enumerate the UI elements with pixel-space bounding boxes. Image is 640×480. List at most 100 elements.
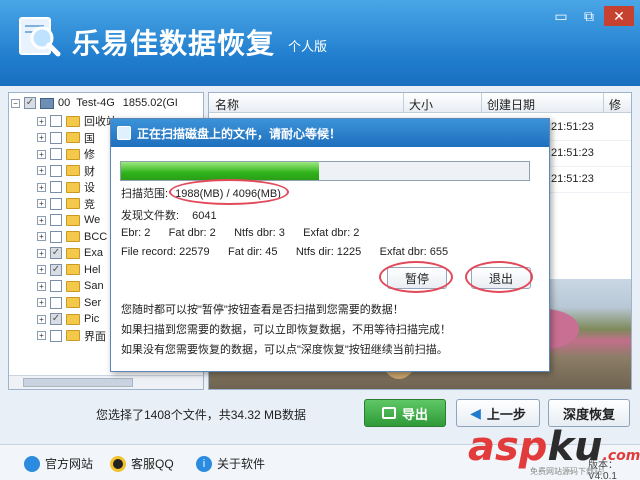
tree-item-checkbox[interactable] bbox=[50, 131, 62, 144]
column-modified[interactable]: 修 bbox=[609, 96, 621, 113]
magnifier-logo-icon bbox=[19, 17, 61, 57]
scan-progress-bar bbox=[120, 161, 530, 181]
expand-icon[interactable]: + bbox=[37, 314, 46, 324]
tree-root-size: 1855.02(GI bbox=[122, 97, 178, 109]
tree-item-checkbox[interactable]: ✓ bbox=[50, 263, 62, 276]
scan-icon bbox=[117, 126, 131, 140]
expand-icon[interactable]: + bbox=[37, 199, 46, 208]
tree-item[interactable]: + Ser bbox=[37, 295, 101, 311]
tree-item-checkbox[interactable] bbox=[50, 280, 62, 292]
expand-icon[interactable]: + bbox=[37, 248, 46, 258]
official-site-link[interactable]: 官方网站 bbox=[24, 455, 93, 472]
expand-icon[interactable]: + bbox=[37, 232, 46, 241]
prev-step-label: 上一步 bbox=[486, 406, 526, 422]
drive-icon bbox=[40, 97, 54, 109]
arrow-left-icon: ◀ bbox=[470, 404, 481, 421]
row-time: 21:51:23 bbox=[551, 173, 594, 185]
expand-icon[interactable]: + bbox=[37, 265, 46, 274]
tree-item-label: 国 bbox=[84, 132, 95, 145]
tree-item[interactable]: + 竞 bbox=[37, 196, 95, 212]
tree-item[interactable]: + 设 bbox=[37, 179, 95, 195]
watermark-logo: aspku.com bbox=[468, 424, 640, 470]
tree-item-checkbox[interactable] bbox=[50, 164, 62, 177]
tree-item-label: Ser bbox=[84, 296, 102, 309]
folder-icon bbox=[66, 330, 80, 341]
tree-scroll-thumb[interactable] bbox=[23, 378, 133, 387]
tree-item-label: 设 bbox=[84, 182, 95, 194]
deep-recovery-button[interactable]: 深度恢复 bbox=[548, 399, 630, 427]
tree-item[interactable]: + 界面 bbox=[37, 328, 106, 344]
tree-item[interactable]: + ✓ Pic bbox=[37, 311, 99, 327]
folder-icon bbox=[66, 148, 80, 160]
export-button[interactable]: 导出 bbox=[364, 399, 446, 427]
row-time: 21:51:23 bbox=[551, 147, 594, 159]
tree-item[interactable]: + 修 bbox=[37, 146, 95, 162]
tree-item-label: We bbox=[84, 214, 101, 226]
tree-item[interactable]: + 国 bbox=[37, 130, 95, 146]
folder-icon bbox=[66, 198, 80, 209]
folder-icon bbox=[66, 313, 80, 325]
tree-item-checkbox[interactable]: ✓ bbox=[50, 313, 62, 325]
expand-icon[interactable]: + bbox=[37, 215, 46, 225]
tree-item-checkbox[interactable]: ✓ bbox=[50, 247, 62, 259]
info-icon: i bbox=[196, 455, 212, 472]
scan-range-label: 扫描范围: bbox=[121, 188, 169, 200]
dialog-title-bar: 正在扫描磁盘上的文件，请耐心等候！ bbox=[111, 119, 549, 147]
expand-icon[interactable]: + bbox=[37, 281, 46, 291]
folder-icon bbox=[66, 280, 80, 292]
column-separator[interactable] bbox=[403, 93, 404, 113]
tree-item[interactable]: + San bbox=[37, 278, 104, 294]
tree-item-checkbox[interactable] bbox=[50, 214, 62, 226]
tree-item-checkbox[interactable] bbox=[50, 230, 62, 243]
highlight-ring-pause bbox=[379, 261, 453, 293]
tree-root-index: 00 bbox=[58, 97, 71, 109]
tip-line-1: 您随时都可以按"暂停"按钮查看是否扫描到您需要的数据！ bbox=[121, 304, 404, 316]
column-size[interactable]: 大小 bbox=[409, 96, 433, 113]
tree-item-checkbox[interactable] bbox=[50, 115, 62, 127]
collapse-icon[interactable]: − bbox=[11, 98, 20, 108]
expand-icon[interactable]: + bbox=[37, 166, 46, 175]
support-qq-label: 客服QQ bbox=[131, 457, 174, 471]
expand-icon[interactable]: + bbox=[37, 116, 46, 126]
qq-penguin-icon bbox=[110, 455, 126, 472]
close-button[interactable]: ✕ bbox=[604, 6, 634, 26]
scan-progress-dialog: 正在扫描磁盘上的文件，请耐心等候！ 扫描范围: 1988(MB) / 4096(… bbox=[110, 118, 550, 372]
folder-icon bbox=[66, 132, 80, 143]
column-created[interactable]: 创建日期 bbox=[487, 96, 535, 113]
tree-item[interactable]: + BCC bbox=[37, 229, 107, 245]
tree-root-checkbox[interactable]: ✓ bbox=[24, 97, 36, 109]
prev-step-button[interactable]: ◀ 上一步 bbox=[456, 399, 540, 427]
tree-item-checkbox[interactable] bbox=[50, 329, 62, 342]
row-time: 21:51:23 bbox=[551, 121, 594, 133]
tree-item-label: 竞 bbox=[84, 198, 95, 211]
tree-horizontal-scrollbar[interactable] bbox=[9, 375, 203, 389]
expand-icon[interactable]: + bbox=[37, 149, 46, 159]
column-separator[interactable] bbox=[481, 93, 482, 113]
expand-icon[interactable]: + bbox=[37, 331, 46, 340]
restore-button[interactable]: ⧉ bbox=[576, 6, 602, 26]
tree-item[interactable]: + 回收站 bbox=[37, 113, 117, 129]
found-files-label: 发现文件数: bbox=[121, 210, 180, 222]
tree-item[interactable]: + 财 bbox=[37, 163, 95, 179]
export-icon bbox=[381, 407, 396, 419]
tree-root[interactable]: − ✓ 00 Test-4G 1855.02(GI bbox=[11, 95, 178, 111]
tree-item[interactable]: + ✓ Exa bbox=[37, 245, 103, 261]
found-files-value: 6041 bbox=[192, 210, 217, 222]
tree-item[interactable]: + ✓ Hel bbox=[37, 262, 101, 278]
column-name[interactable]: 名称 bbox=[215, 96, 239, 113]
tree-item-checkbox[interactable] bbox=[50, 181, 62, 193]
expand-icon[interactable]: + bbox=[37, 182, 46, 192]
column-separator[interactable] bbox=[603, 93, 604, 113]
tree-item-checkbox[interactable] bbox=[50, 197, 62, 210]
tree-item-checkbox[interactable] bbox=[50, 296, 62, 309]
expand-icon[interactable]: + bbox=[37, 298, 46, 307]
folder-icon bbox=[66, 231, 80, 242]
tree-item[interactable]: + We bbox=[37, 212, 100, 228]
expand-icon[interactable]: + bbox=[37, 133, 46, 142]
tree-item-label: San bbox=[84, 280, 104, 292]
folder-icon bbox=[66, 115, 80, 127]
minimize-button[interactable]: ▭ bbox=[548, 6, 574, 26]
support-qq-link[interactable]: 客服QQ bbox=[110, 455, 174, 472]
tree-item-checkbox[interactable] bbox=[50, 148, 62, 160]
about-link[interactable]: i 关于软件 bbox=[196, 455, 265, 472]
